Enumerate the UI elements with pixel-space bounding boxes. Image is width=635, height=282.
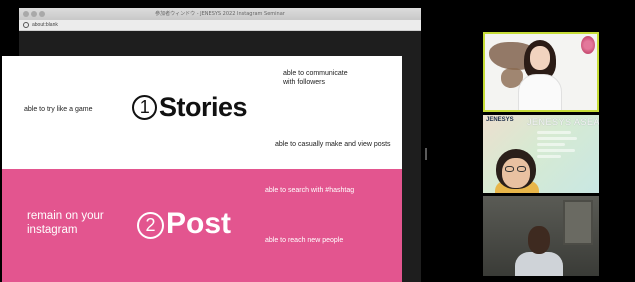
participant-video-tile-active[interactable] — [483, 32, 599, 112]
post-left-line2: instagram — [27, 224, 78, 236]
blurred-text-line — [537, 143, 565, 146]
glasses-icon — [517, 166, 526, 172]
blurred-text-line — [537, 137, 577, 140]
site-info-icon[interactable] — [23, 22, 29, 28]
background-banner-title: JENESYS ASEAN — [527, 117, 599, 127]
panel-resize-handle[interactable] — [425, 148, 427, 160]
participant-face — [528, 226, 550, 254]
number-one-badge: 1 — [132, 95, 157, 120]
stories-bottom-note: able to casually make and view posts — [275, 141, 391, 148]
address-text[interactable]: about:blank — [32, 22, 58, 28]
number-two-badge: 2 — [137, 212, 164, 239]
address-bar[interactable]: about:blank — [19, 20, 421, 31]
blurred-text-line — [537, 131, 571, 134]
stories-top-note: able to communicate with followers — [283, 69, 348, 87]
stories-heading-text: Stories — [159, 92, 248, 122]
blurred-text-line — [537, 149, 575, 152]
window-title: 参加者ウィンドウ - JENESYS 2022 Instagram Semina… — [155, 11, 285, 17]
post-heading-text: Post — [166, 207, 232, 240]
stories-left-note: able to try like a game — [24, 106, 93, 113]
post-heading: 2 Post — [137, 207, 231, 241]
presentation-slide: able to try like a game able to communic… — [2, 56, 402, 282]
post-left-note: remain on your instagram — [27, 209, 104, 237]
window-titlebar: 参加者ウィンドウ - JENESYS 2022 Instagram Semina… — [19, 8, 421, 20]
door-background — [563, 200, 593, 245]
post-left-line1: remain on your — [27, 210, 104, 222]
participant-video-tile[interactable] — [483, 196, 599, 276]
participant-face — [530, 46, 550, 70]
participant-body — [518, 74, 562, 110]
stories-top-note-line1: able to communicate — [283, 70, 348, 77]
jenesys-logo: JENESYS — [486, 117, 514, 123]
participant-video-tile[interactable]: JENESYS JENESYS ASEAN — [483, 115, 599, 193]
glasses-icon — [505, 166, 514, 172]
post-bottom-note: able to reach new people — [265, 237, 344, 244]
participant-face — [502, 158, 530, 188]
post-top-note: able to search with #hashtag — [265, 187, 355, 194]
blurred-text-line — [537, 155, 561, 158]
stories-top-note-line2: with followers — [283, 79, 326, 86]
participant-body — [515, 252, 563, 276]
flower-decoration — [581, 36, 595, 54]
stories-heading: 1 Stories — [132, 92, 248, 123]
